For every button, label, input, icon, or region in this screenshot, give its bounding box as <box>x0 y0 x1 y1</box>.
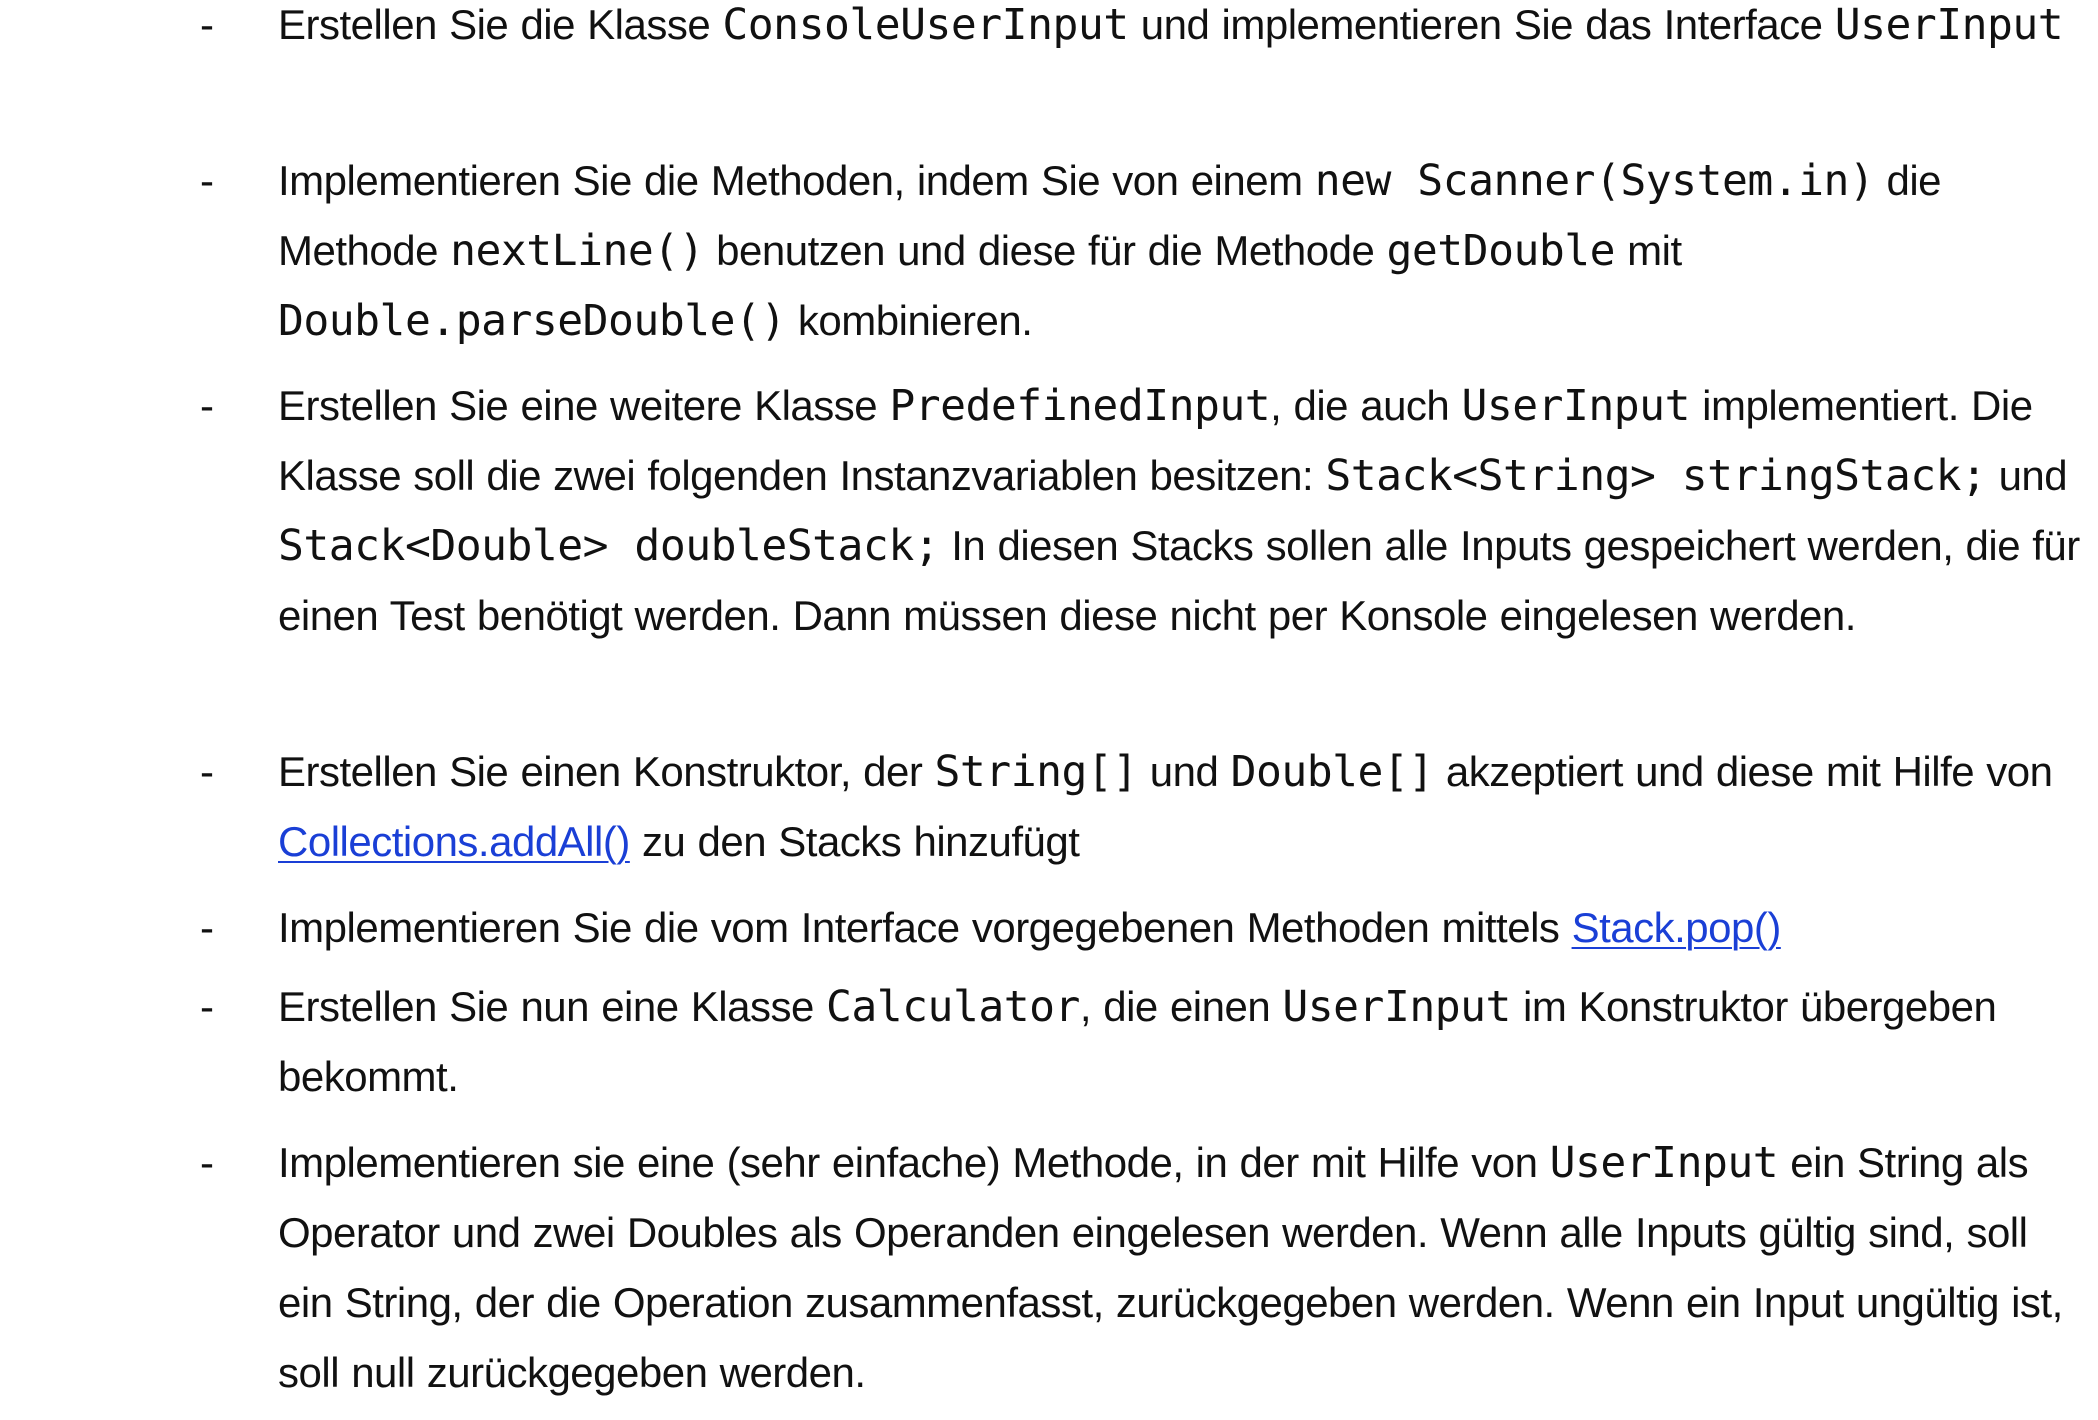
code-snippet: UserInput <box>1461 381 1690 431</box>
text-segment: mit <box>1615 227 1682 274</box>
text-segment: zu den Stacks hinzufügt <box>629 818 1080 865</box>
code-snippet: Double[] <box>1230 747 1435 797</box>
code-snippet: UserInput <box>1549 1138 1779 1188</box>
code-snippet: Double.parseDouble() <box>278 296 786 346</box>
text-segment: Erstellen Sie eine weitere Klasse <box>278 382 890 429</box>
text-segment: Implementieren Sie die Methoden, indem S… <box>278 157 1315 204</box>
list-item-text: Erstellen Sie die Klasse ConsoleUserInpu… <box>278 0 2086 60</box>
code-snippet: Calculator <box>826 982 1080 1032</box>
code-snippet: Stack<Double> doubleStack; <box>278 521 940 571</box>
code-snippet: nextLine() <box>450 226 705 276</box>
code-snippet: PredefinedInput <box>889 381 1271 431</box>
text-segment: Erstellen Sie nun eine Klasse <box>278 983 826 1030</box>
stack-pop-link[interactable]: Stack.pop() <box>1572 904 1782 951</box>
list-item-text: Erstellen Sie nun eine Klasse Calculator… <box>278 972 2058 1112</box>
text-segment: akzeptiert und diese mit Hilfe von <box>1433 748 2053 795</box>
bullet-dash: - <box>200 382 214 429</box>
code-snippet: String[] <box>934 747 1139 797</box>
text-segment: und <box>1137 748 1231 795</box>
code-snippet: Stack<String> stringStack; <box>1325 451 1987 501</box>
document-page: - Erstellen Sie die Klasse ConsoleUserIn… <box>0 0 2098 1420</box>
bullet-dash: - <box>200 983 214 1030</box>
list-item-text: Implementieren sie eine (sehr einfache) … <box>278 1128 2086 1408</box>
bullet-dash: - <box>200 904 214 951</box>
text-segment: Erstellen Sie einen Konstruktor, der <box>278 748 935 795</box>
list-item-text: Implementieren Sie die vom Interface vor… <box>278 893 2086 963</box>
text-segment: , die einen <box>1079 983 1283 1030</box>
list-item-text: Erstellen Sie eine weitere Klasse Predef… <box>278 371 2090 651</box>
text-segment: , die auch <box>1270 382 1462 429</box>
text-segment: Erstellen Sie die Klasse <box>278 1 723 48</box>
code-snippet: ConsoleUserInput <box>722 0 1129 50</box>
text-segment: Implementieren Sie die vom Interface vor… <box>278 904 1572 951</box>
bullet-dash: - <box>200 157 214 204</box>
code-snippet: new Scanner(System.in) <box>1314 156 1875 206</box>
text-segment: und implementieren Sie das Interface <box>1128 1 1835 48</box>
bullet-dash: - <box>200 1 214 48</box>
text-segment: kombinieren. <box>785 297 1033 344</box>
code-snippet: UserInput <box>1282 982 1511 1032</box>
code-snippet: UserInput <box>1834 0 2064 50</box>
collections-addall-link[interactable]: Collections.addAll() <box>278 818 630 865</box>
text-segment: und <box>1986 452 2068 499</box>
list-item-text: Implementieren Sie die Methoden, indem S… <box>278 146 1998 356</box>
bullet-dash: - <box>200 748 214 795</box>
text-segment: Implementieren sie eine (sehr einfache) … <box>278 1139 1550 1186</box>
list-item-text: Erstellen Sie einen Konstruktor, der Str… <box>278 737 2086 877</box>
bullet-dash: - <box>200 1139 214 1186</box>
text-segment: benutzen und diese für die Methode <box>704 227 1387 274</box>
code-snippet: getDouble <box>1386 226 1616 276</box>
